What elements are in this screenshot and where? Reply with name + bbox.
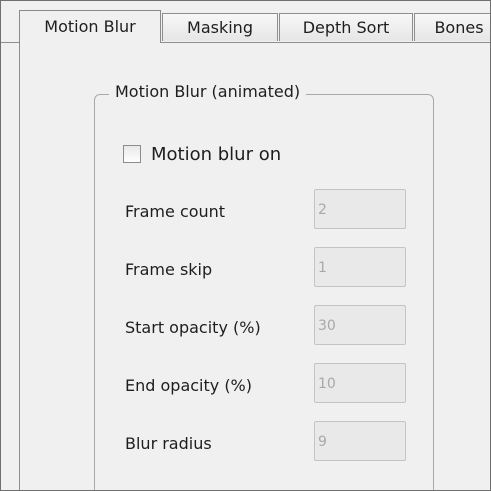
blur-radius-input[interactable]: 9	[314, 421, 406, 461]
motion-blur-checkbox[interactable]	[123, 145, 141, 163]
motion-blur-checkbox-row[interactable]: Motion blur on	[123, 141, 281, 167]
end-opacity-input[interactable]: 10	[314, 363, 406, 403]
frame-count-input[interactable]: 2	[314, 189, 406, 229]
frame-count-label: Frame count	[125, 202, 226, 221]
tab-content-left-border	[19, 42, 20, 490]
group-title: Motion Blur (animated)	[109, 81, 307, 103]
motion-blur-panel: Motion Blur Masking Depth Sort Bones Mot…	[0, 0, 491, 491]
frame-skip-label: Frame skip	[125, 260, 213, 279]
motion-blur-checkbox-label[interactable]: Motion blur on	[151, 144, 281, 165]
end-opacity-label: End opacity (%)	[125, 376, 252, 395]
tab-bar: Motion Blur Masking Depth Sort Bones	[19, 10, 490, 43]
tab-motion-blur[interactable]: Motion Blur	[19, 10, 161, 43]
tab-masking[interactable]: Masking	[162, 13, 278, 41]
frame-skip-input[interactable]: 1	[314, 247, 406, 287]
tab-depth-sort[interactable]: Depth Sort	[279, 13, 413, 41]
start-opacity-label: Start opacity (%)	[125, 318, 261, 337]
blur-radius-label: Blur radius	[125, 434, 212, 453]
start-opacity-input[interactable]: 30	[314, 305, 406, 345]
tab-bones[interactable]: Bones	[414, 13, 490, 41]
